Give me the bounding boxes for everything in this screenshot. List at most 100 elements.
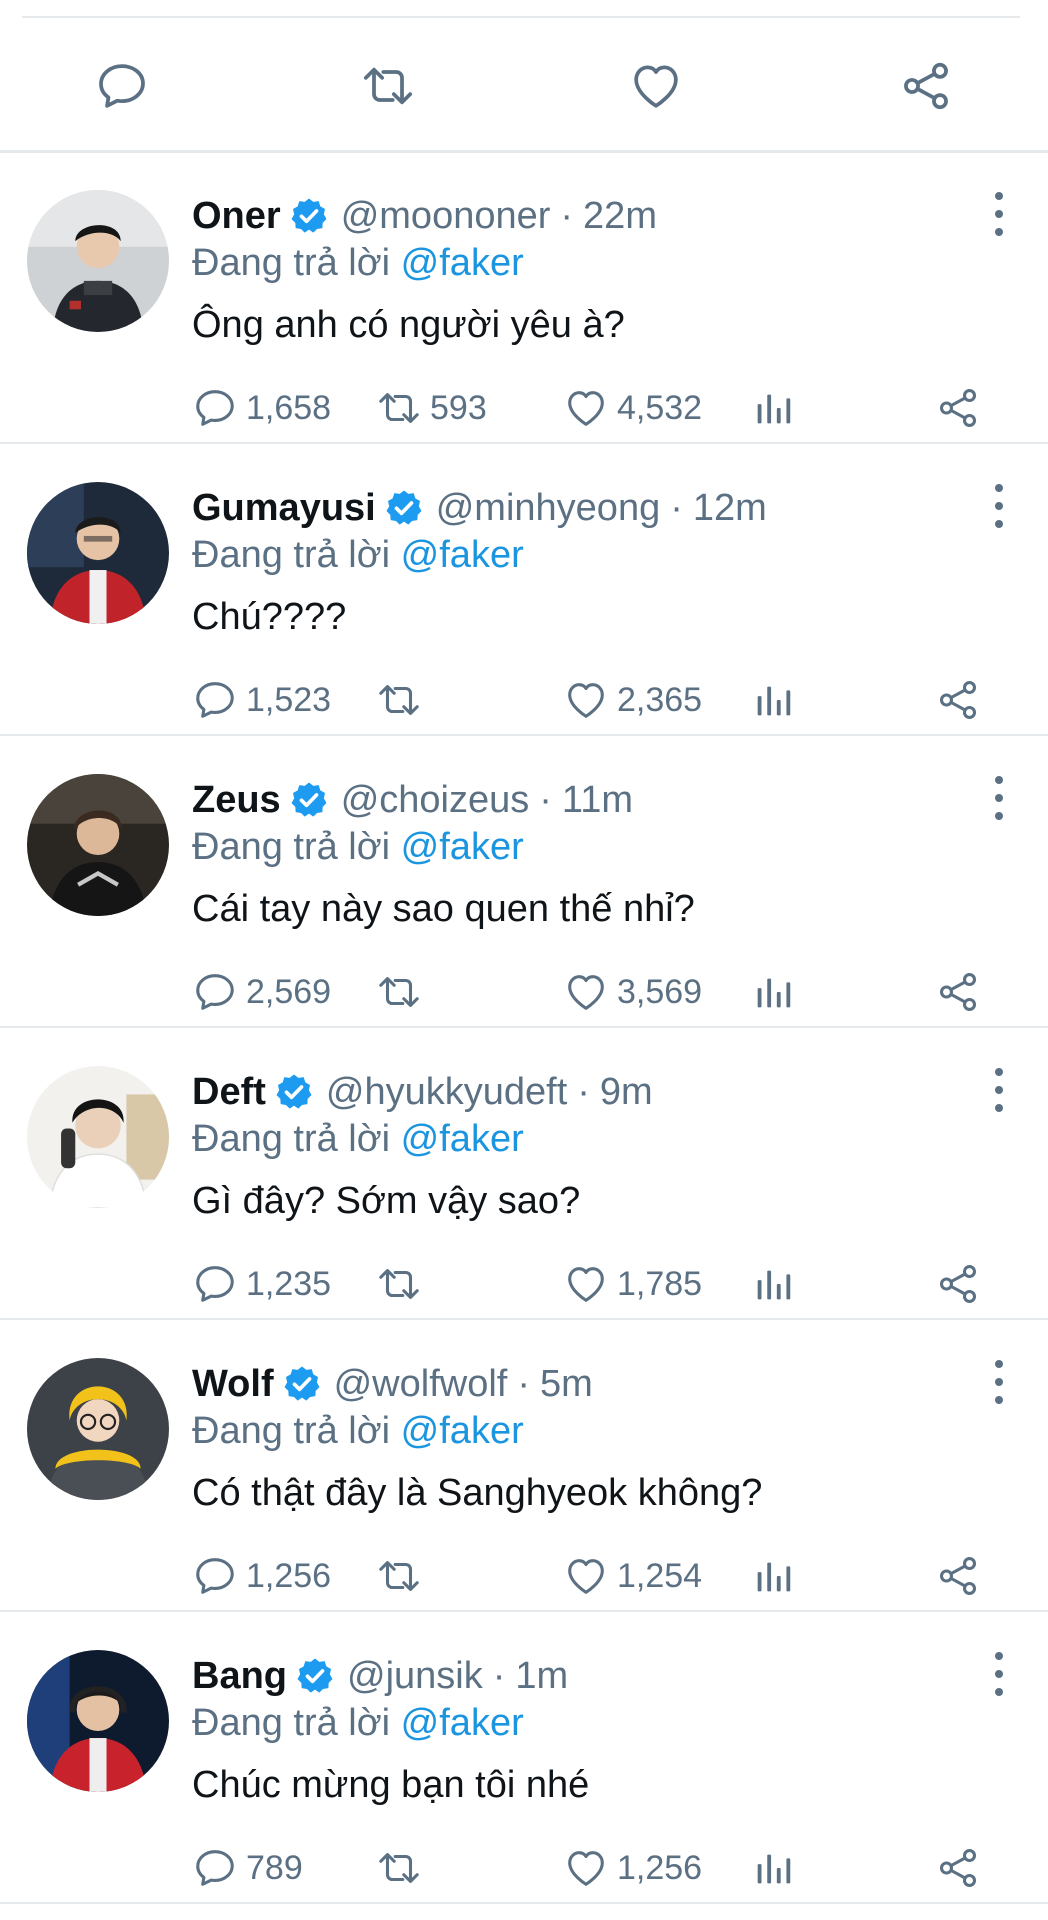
share-button[interactable] <box>935 672 981 728</box>
analytics-icon <box>750 677 796 723</box>
share-button[interactable] <box>935 380 981 436</box>
share-button[interactable] <box>935 1840 981 1896</box>
retweet-button[interactable] <box>376 672 430 728</box>
share-button[interactable] <box>896 56 956 116</box>
verified-badge-icon <box>274 1072 314 1112</box>
retweet-button[interactable] <box>358 56 418 116</box>
verified-badge-icon <box>295 1656 335 1696</box>
like-icon <box>563 677 609 723</box>
timestamp[interactable]: 11m <box>562 779 633 822</box>
separator-dot: · <box>577 1070 590 1113</box>
reply-button[interactable]: 1,523 <box>192 672 331 728</box>
tweet-text: Ông anh có người yêu à? <box>192 304 625 346</box>
tweet-card[interactable]: Zeus @choizeus · 11m Đang trả lời @faker… <box>0 736 1048 1028</box>
display-name[interactable]: Wolf <box>192 1363 274 1406</box>
analytics-button[interactable] <box>750 672 796 728</box>
avatar[interactable] <box>27 1358 169 1500</box>
timestamp[interactable]: 5m <box>540 1363 593 1406</box>
like-button[interactable]: 4,532 <box>563 380 702 436</box>
mention-link[interactable]: @faker <box>401 242 524 284</box>
tweet-card[interactable]: Deft @hyukkyudeft · 9m Đang trả lời @fak… <box>0 1028 1048 1320</box>
analytics-icon <box>750 385 796 431</box>
reply-button[interactable]: 789 <box>192 1840 303 1896</box>
mention-link[interactable]: @faker <box>401 534 524 576</box>
user-handle[interactable]: @hyukkyudeft <box>326 1071 567 1114</box>
timestamp[interactable]: 1m <box>515 1655 568 1698</box>
mention-link[interactable]: @faker <box>401 1702 524 1744</box>
retweet-count: 593 <box>430 388 487 427</box>
mention-link[interactable]: @faker <box>401 826 524 868</box>
more-dots-icon <box>995 1068 1003 1076</box>
reply-button[interactable]: 1,256 <box>192 1548 331 1604</box>
share-icon <box>935 1553 981 1599</box>
avatar[interactable] <box>27 1650 169 1792</box>
timestamp[interactable]: 9m <box>600 1071 653 1114</box>
reply-button[interactable] <box>92 56 152 116</box>
display-name[interactable]: Zeus <box>192 779 281 822</box>
retweet-button[interactable] <box>376 1840 430 1896</box>
tweet-card[interactable]: Oner @moononer · 22m Đang trả lời @faker… <box>0 152 1048 444</box>
like-button[interactable]: 3,569 <box>563 964 702 1020</box>
replying-to-label: Đang trả lời <box>192 826 391 868</box>
like-button[interactable]: 1,256 <box>563 1840 702 1896</box>
tweet-card[interactable]: Gumayusi @minhyeong · 12m Đang trả lời @… <box>0 444 1048 736</box>
user-handle[interactable]: @choizeus <box>341 779 530 822</box>
analytics-button[interactable] <box>750 1840 796 1896</box>
more-options-button[interactable] <box>992 484 1006 528</box>
display-name[interactable]: Gumayusi <box>192 487 376 530</box>
timestamp[interactable]: 22m <box>583 195 657 238</box>
retweet-icon <box>376 1553 422 1599</box>
replying-to-label: Đang trả lời <box>192 534 391 576</box>
more-options-button[interactable] <box>992 192 1006 236</box>
display-name[interactable]: Deft <box>192 1071 266 1114</box>
tweet-text: Chú???? <box>192 596 347 638</box>
tweet-action-bar: 1,523 2,365 <box>0 672 1048 728</box>
more-options-button[interactable] <box>992 1068 1006 1112</box>
timestamp[interactable]: 12m <box>693 487 767 530</box>
tweet-text: Chúc mừng bạn tôi nhé <box>192 1764 590 1806</box>
analytics-button[interactable] <box>750 964 796 1020</box>
more-dots-icon <box>995 484 1003 492</box>
like-button[interactable]: 1,785 <box>563 1256 702 1312</box>
mention-link[interactable]: @faker <box>401 1118 524 1160</box>
like-button[interactable] <box>626 56 686 116</box>
analytics-button[interactable] <box>750 1256 796 1312</box>
retweet-icon <box>376 677 422 723</box>
tweet-card[interactable]: Bang @junsik · 1m Đang trả lời @faker Ch… <box>0 1612 1048 1904</box>
avatar[interactable] <box>27 482 169 624</box>
more-options-button[interactable] <box>992 1652 1006 1696</box>
user-handle[interactable]: @junsik <box>347 1655 483 1698</box>
user-handle[interactable]: @moononer <box>341 195 551 238</box>
analytics-button[interactable] <box>750 1548 796 1604</box>
reply-count: 1,256 <box>246 1556 332 1595</box>
like-button[interactable]: 2,365 <box>563 672 702 728</box>
share-button[interactable] <box>935 1256 981 1312</box>
reply-count: 1,523 <box>246 680 332 719</box>
analytics-icon <box>750 1261 796 1307</box>
user-handle[interactable]: @wolfwolf <box>334 1363 508 1406</box>
retweet-button[interactable] <box>376 1256 430 1312</box>
display-name[interactable]: Bang <box>192 1655 287 1698</box>
avatar[interactable] <box>27 190 169 332</box>
more-options-button[interactable] <box>992 776 1006 820</box>
display-name[interactable]: Oner <box>192 195 281 238</box>
retweet-button[interactable] <box>376 1548 430 1604</box>
user-handle[interactable]: @minhyeong <box>436 487 660 530</box>
share-button[interactable] <box>935 964 981 1020</box>
analytics-button[interactable] <box>750 380 796 436</box>
more-options-button[interactable] <box>992 1360 1006 1404</box>
reply-button[interactable]: 1,658 <box>192 380 331 436</box>
tweet-action-bar: 1,235 1,785 <box>0 1256 1048 1312</box>
reply-button[interactable]: 2,569 <box>192 964 331 1020</box>
retweet-button[interactable] <box>376 964 430 1020</box>
avatar[interactable] <box>27 1066 169 1208</box>
share-button[interactable] <box>935 1548 981 1604</box>
avatar[interactable] <box>27 774 169 916</box>
retweet-button[interactable]: 593 <box>376 380 487 436</box>
reply-count: 1,658 <box>246 388 332 427</box>
like-icon <box>563 1553 609 1599</box>
like-button[interactable]: 1,254 <box>563 1548 702 1604</box>
tweet-card[interactable]: Wolf @wolfwolf · 5m Đang trả lời @faker … <box>0 1320 1048 1612</box>
mention-link[interactable]: @faker <box>401 1410 524 1452</box>
reply-button[interactable]: 1,235 <box>192 1256 331 1312</box>
